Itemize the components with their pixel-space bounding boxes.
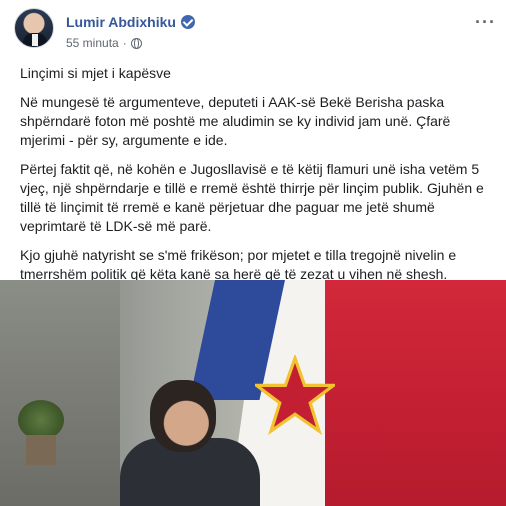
person-head [150, 380, 216, 452]
author-name[interactable]: Lumir Abdixhiku [66, 14, 176, 30]
post-photo[interactable] [0, 280, 506, 506]
post-paragraph: Kjo gjuhë natyrisht se s'më frikëson; po… [20, 247, 457, 282]
post-paragraph: Në mungesë të argumenteve, deputeti i AA… [20, 94, 451, 148]
photo-plant [18, 400, 64, 440]
photo-person [120, 380, 260, 506]
post-header: Lumir Abdixhiku 55 minuta · ··· [14, 8, 506, 56]
post-paragraph: Përtej faktit që, në kohën e Jugosllavis… [20, 161, 484, 234]
verified-badge-icon [180, 15, 195, 29]
photo-plant-pot [26, 435, 56, 465]
flag-star-icon [255, 355, 335, 435]
post-paragraph-title: Linçimi si mjet i kapësve [20, 65, 171, 81]
globe-icon[interactable] [130, 37, 142, 49]
photo-wall [0, 280, 120, 506]
more-options-icon[interactable]: ··· [475, 12, 496, 33]
facebook-post: Lumir Abdixhiku 55 minuta · ··· Linçimi … [0, 0, 506, 506]
author-avatar[interactable] [14, 8, 54, 48]
meta-separator: · [122, 36, 127, 50]
flag-red-stripe [325, 280, 506, 506]
post-meta: 55 minuta · [66, 36, 142, 50]
post-timestamp[interactable]: 55 minuta [66, 36, 119, 50]
avatar-shirt [32, 34, 38, 46]
post-text: Linçimi si mjet i kapësve Në mungesë të … [20, 64, 492, 294]
author-name-row: Lumir Abdixhiku [66, 14, 195, 30]
